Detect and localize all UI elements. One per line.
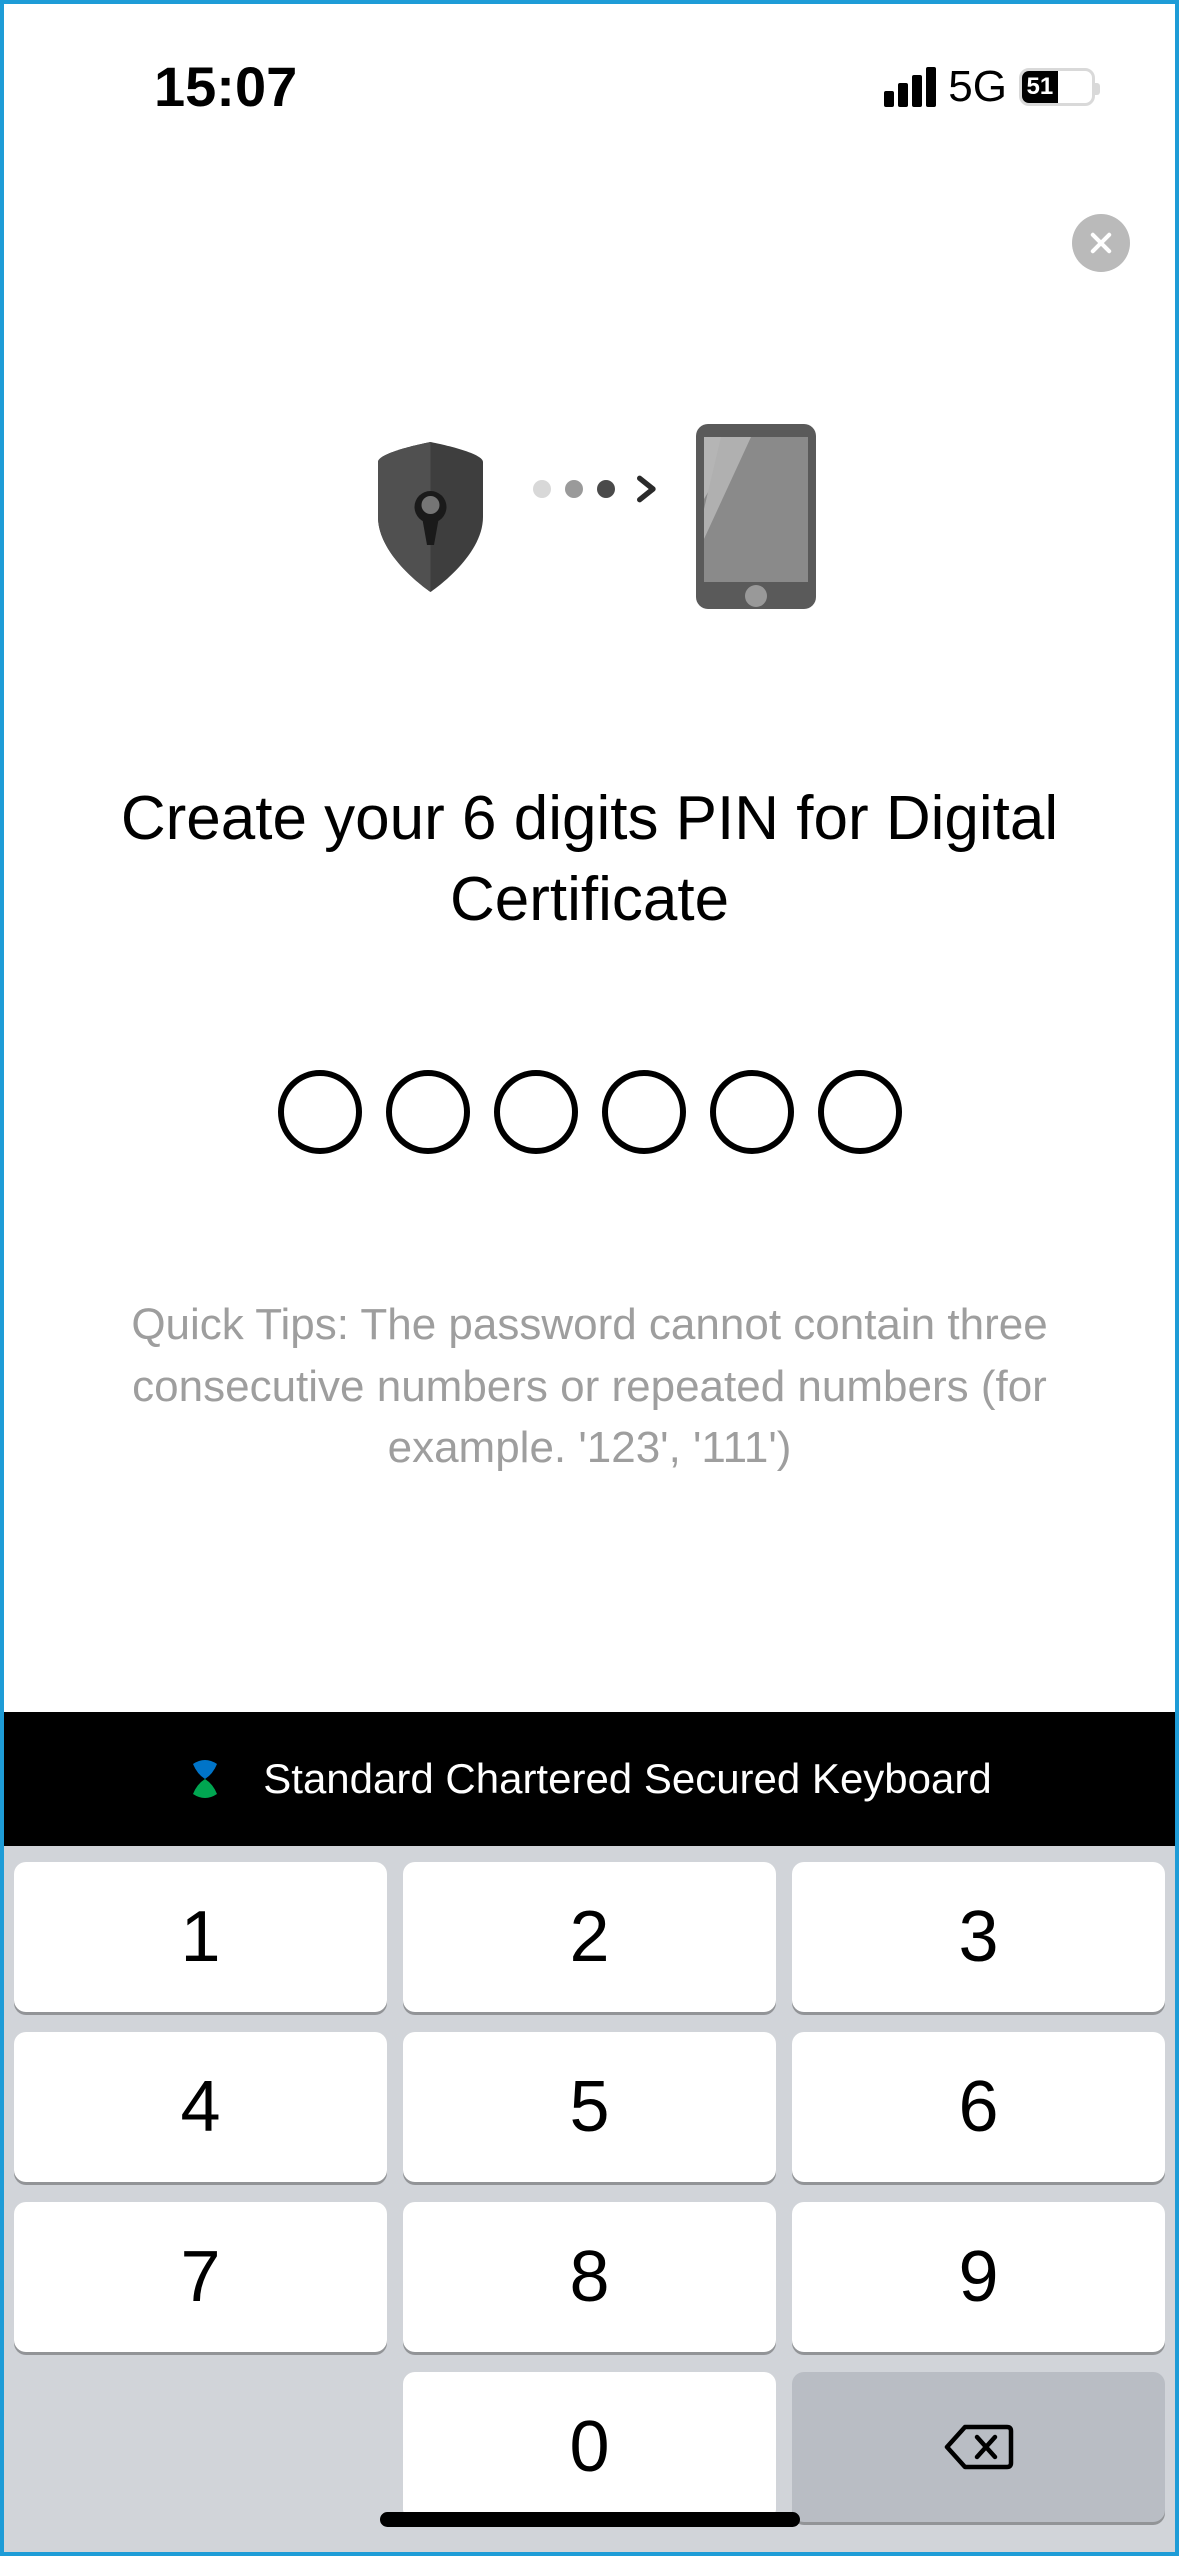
key-backspace[interactable] — [792, 2372, 1165, 2522]
pin-digit-3 — [494, 1070, 578, 1154]
battery-icon: 51 — [1019, 68, 1095, 106]
keyboard-header-text: Standard Chartered Secured Keyboard — [263, 1755, 991, 1803]
illustration — [4, 419, 1175, 619]
status-indicators: 5G 51 — [884, 62, 1095, 112]
shield-lock-icon — [358, 437, 503, 602]
keyboard: Standard Chartered Secured Keyboard 1 2 … — [4, 1712, 1175, 2552]
progress-dots — [533, 471, 661, 507]
page-title: Create your 6 digits PIN for Digital Cer… — [4, 779, 1175, 940]
pin-input — [4, 1070, 1175, 1154]
key-1[interactable]: 1 — [14, 1862, 387, 2012]
home-indicator[interactable] — [380, 2512, 800, 2527]
key-0[interactable]: 0 — [403, 2372, 776, 2522]
key-7[interactable]: 7 — [14, 2202, 387, 2352]
status-time: 15:07 — [154, 54, 297, 119]
key-3[interactable]: 3 — [792, 1862, 1165, 2012]
close-button[interactable] — [1072, 214, 1130, 272]
network-type: 5G — [948, 62, 1007, 112]
keypad: 1 2 3 4 5 6 7 8 9 0 — [4, 1846, 1175, 2552]
key-blank — [14, 2372, 387, 2522]
key-8[interactable]: 8 — [403, 2202, 776, 2352]
close-icon — [1087, 229, 1115, 257]
key-4[interactable]: 4 — [14, 2032, 387, 2182]
pin-digit-2 — [386, 1070, 470, 1154]
keyboard-header: Standard Chartered Secured Keyboard — [4, 1712, 1175, 1846]
battery-level: 51 — [1022, 71, 1058, 103]
key-2[interactable]: 2 — [403, 1862, 776, 2012]
phone-icon — [691, 419, 821, 619]
quick-tips: Quick Tips: The password cannot contain … — [4, 1294, 1175, 1479]
signal-icon — [884, 67, 936, 107]
status-bar: 15:07 5G 51 — [4, 4, 1175, 139]
pin-digit-4 — [602, 1070, 686, 1154]
pin-digit-5 — [710, 1070, 794, 1154]
backspace-icon — [943, 2421, 1015, 2473]
pin-digit-6 — [818, 1070, 902, 1154]
key-9[interactable]: 9 — [792, 2202, 1165, 2352]
key-5[interactable]: 5 — [403, 2032, 776, 2182]
chevron-right-icon — [629, 471, 661, 507]
key-6[interactable]: 6 — [792, 2032, 1165, 2182]
standard-chartered-logo-icon — [187, 1754, 223, 1804]
pin-digit-1 — [278, 1070, 362, 1154]
